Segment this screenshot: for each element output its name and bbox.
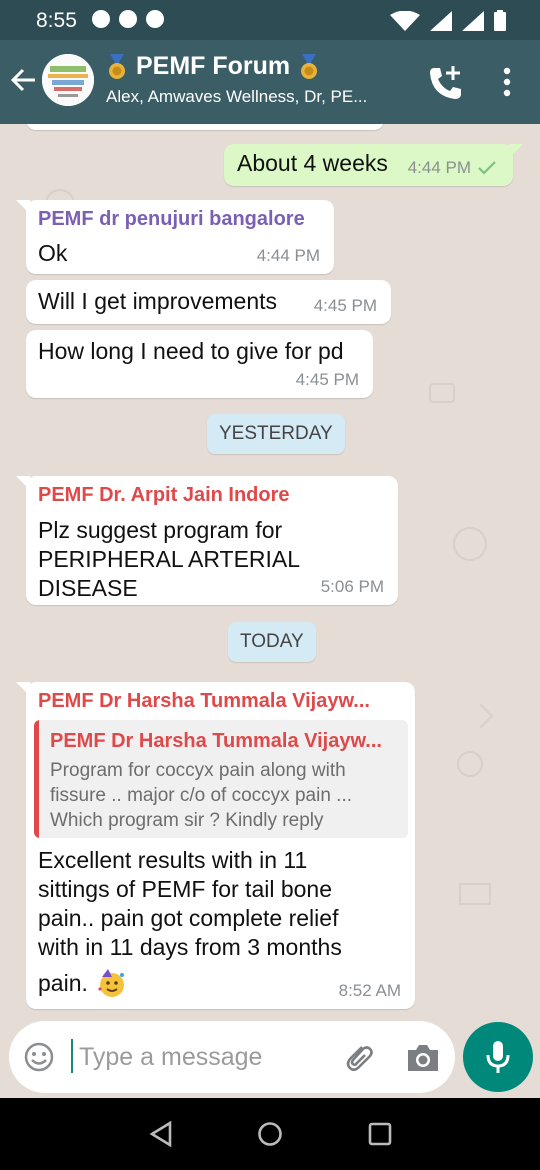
party-face-emoji-icon: [98, 969, 124, 997]
partial-message-bubble: [26, 124, 384, 130]
message-line: pain.. pain got complete relief: [38, 905, 339, 931]
quoted-text: Program for coccyx pain along with fissu…: [50, 758, 400, 833]
attach-icon[interactable]: [340, 1039, 376, 1075]
signal-icon: [430, 10, 452, 31]
message-time: 4:44 PM: [256, 246, 320, 265]
voice-message-button[interactable]: [463, 1022, 533, 1092]
notification-icons: [92, 10, 164, 28]
message-line: Plz suggest program for: [38, 517, 283, 543]
quoted-sender: PEMF Dr Harsha Tummala Vijayw...: [50, 730, 382, 752]
system-status-icons: [390, 10, 506, 31]
incoming-message[interactable]: PEMF Dr. Arpit Jain Indore Plz suggest p…: [16, 476, 398, 605]
incoming-message[interactable]: How long I need to give for pd 4:45 PM: [26, 330, 373, 398]
nav-recents-icon[interactable]: [367, 1121, 393, 1147]
camera-icon[interactable]: [405, 1043, 441, 1073]
text-cursor: [71, 1039, 73, 1073]
medal-icon: [301, 53, 318, 79]
group-members: Alex, Amwaves Wellness, Dr, PE...: [106, 87, 368, 106]
message-text: How long I need to give for pd: [38, 338, 344, 364]
message-last-line: pain.: [38, 967, 342, 999]
bubble-tail: [16, 476, 30, 490]
messaging-notification-icon: [92, 10, 110, 28]
bubble-tail: [509, 144, 523, 158]
status-time: 8:55: [36, 9, 77, 32]
facebook-notification-icon: [146, 10, 164, 28]
message-input[interactable]: [77, 1037, 331, 1077]
message-time: 4:44 PM: [407, 158, 471, 177]
quoted-line: fissure .. major c/o of coccyx pain ...: [50, 785, 352, 806]
group-title: PEMF Forum: [136, 52, 291, 80]
opera-notification-icon: [119, 10, 137, 28]
chat-title-area[interactable]: PEMF Forum Alex, Amwaves Wellness, Dr, P…: [106, 52, 406, 107]
quoted-line: Which program sir ? Kindly reply: [50, 810, 324, 831]
quoted-line: Program for coccyx pain along with: [50, 760, 346, 781]
date-divider-today: TODAY: [228, 622, 316, 662]
back-arrow-icon[interactable]: [8, 64, 40, 96]
quote-accent-bar: [34, 720, 39, 838]
message-time: 5:06 PM: [320, 577, 384, 596]
message-sender: PEMF dr penujuri bangalore: [38, 208, 305, 230]
nav-home-icon[interactable]: [256, 1120, 284, 1148]
group-avatar[interactable]: [42, 54, 94, 106]
message-text: Will I get improvements: [38, 288, 278, 314]
message-text: Ok: [38, 240, 68, 266]
medal-icon: [109, 53, 125, 79]
message-line: Excellent results with in 11: [38, 847, 308, 873]
incoming-message[interactable]: PEMF dr penujuri bangalore Ok 4:44 PM: [16, 200, 334, 274]
group-title-row: PEMF Forum: [106, 52, 406, 81]
message-sender: PEMF Dr. Arpit Jain Indore: [38, 484, 290, 506]
incoming-message[interactable]: PEMF Dr Harsha Tummala Vijayw... PEMF Dr…: [16, 682, 415, 1009]
system-navigation-bar: [0, 1098, 540, 1170]
battery-icon: [494, 10, 506, 31]
message-time: 8:52 AM: [338, 981, 401, 1000]
message-line: with in 11 days from 3 months: [38, 934, 342, 960]
incoming-message[interactable]: Will I get improvements 4:45 PM: [26, 280, 391, 324]
outgoing-message[interactable]: About 4 weeks 4:44 PM: [224, 144, 523, 186]
chat-header: PEMF Forum Alex, Amwaves Wellness, Dr, P…: [0, 40, 540, 124]
quoted-message[interactable]: PEMF Dr Harsha Tummala Vijayw... Program…: [34, 720, 408, 838]
mic-icon: [486, 1041, 510, 1073]
message-text: About 4 weeks: [237, 150, 388, 176]
status-bar: 8:55: [0, 0, 540, 40]
message-time: 4:45 PM: [313, 296, 377, 315]
emoji-icon[interactable]: [23, 1041, 55, 1073]
date-divider-yesterday: YESTERDAY: [207, 414, 345, 454]
bubble-tail: [16, 200, 30, 214]
message-line: sittings of PEMF for tail bone: [38, 876, 333, 902]
message-time: 4:45 PM: [295, 370, 359, 389]
nav-back-icon[interactable]: [148, 1120, 174, 1148]
message-sender: PEMF Dr Harsha Tummala Vijayw...: [38, 690, 370, 712]
message-text: Excellent results with in 11 sittings of…: [38, 846, 342, 999]
message-line: pain.: [38, 969, 88, 996]
signal-2-icon: [462, 10, 484, 31]
delivered-check-icon: [478, 161, 496, 175]
chat-messages[interactable]: About 4 weeks 4:44 PM PEMF dr penujuri b…: [0, 124, 540, 1020]
more-options-icon[interactable]: [500, 67, 514, 97]
bubble-tail: [16, 682, 30, 696]
message-composer: [9, 1021, 455, 1093]
wifi-icon: [390, 10, 420, 31]
add-call-icon[interactable]: [426, 64, 464, 102]
